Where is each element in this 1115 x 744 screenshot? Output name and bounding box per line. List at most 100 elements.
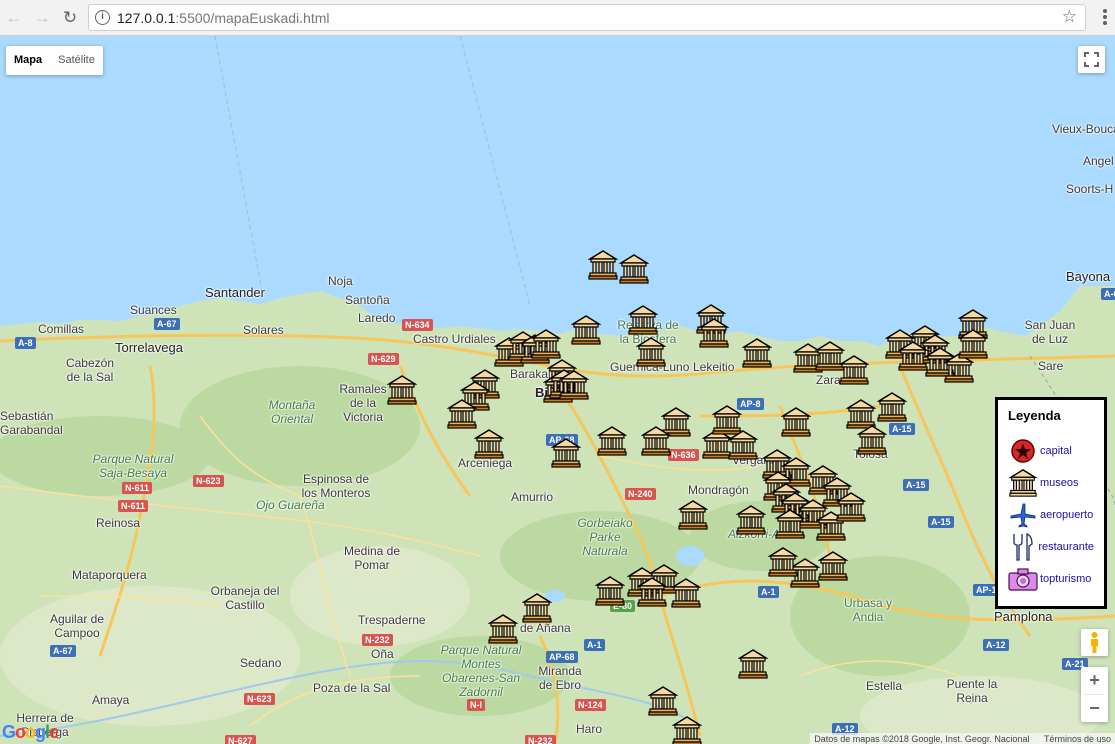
museum-marker-icon[interactable]: [735, 504, 767, 536]
place-label: Sedano: [240, 656, 282, 670]
museum-marker-icon[interactable]: [897, 340, 929, 372]
museum-marker-icon[interactable]: [876, 391, 908, 423]
museum-marker-icon[interactable]: [727, 429, 759, 461]
museum-marker-icon[interactable]: [596, 425, 628, 457]
place-label: Torrelavega: [115, 340, 183, 355]
museum-marker-icon[interactable]: [521, 592, 553, 624]
place-label: Orbaneja del Castillo: [210, 584, 280, 612]
museum-marker-icon[interactable]: [618, 253, 650, 285]
place-label: Urbasa y Andia: [843, 596, 893, 624]
museum-marker-icon[interactable]: [817, 550, 849, 582]
museum-marker-icon[interactable]: [530, 328, 562, 360]
road-shield: A-67: [50, 645, 76, 657]
place-label: Laredo: [358, 311, 396, 325]
road-shield: N-623: [193, 475, 224, 487]
place-label: Trespaderne: [358, 613, 426, 627]
capital-icon: [1008, 436, 1038, 466]
museum-marker-icon[interactable]: [698, 317, 730, 349]
back-icon[interactable]: ←: [2, 6, 26, 30]
museum-marker-icon[interactable]: [386, 374, 418, 406]
road-shield: N-I: [467, 699, 485, 711]
museum-marker-icon[interactable]: [635, 336, 667, 368]
pegman-icon: [1091, 632, 1098, 653]
museum-marker-icon[interactable]: [558, 369, 590, 401]
road-shield: N-611: [122, 482, 153, 494]
museum-marker-icon[interactable]: [473, 428, 505, 460]
museum-marker-icon[interactable]: [670, 577, 702, 609]
place-label: Espinosa de los Monteros: [301, 472, 371, 500]
address-bar[interactable]: i 127.0.0.1:5500/mapaEuskadi.html ☆: [88, 4, 1086, 31]
road-shield: A-1: [584, 639, 605, 651]
museum-marker-icon[interactable]: [550, 437, 582, 469]
reload-icon[interactable]: ↻: [58, 6, 82, 30]
road-shield: N-627: [225, 735, 256, 744]
browser-menu-icon[interactable]: [1103, 8, 1109, 28]
road-shield: A-6: [1101, 288, 1115, 300]
zoom-out-button[interactable]: −: [1081, 695, 1108, 722]
museum-marker-icon[interactable]: [640, 425, 672, 457]
museum-marker-icon[interactable]: [780, 406, 812, 438]
museum-marker-icon[interactable]: [767, 546, 799, 578]
place-label: Reinosa: [96, 516, 141, 530]
museum-marker-icon[interactable]: [774, 508, 806, 540]
museum-marker-icon[interactable]: [636, 576, 668, 608]
camera-icon: [1008, 564, 1038, 594]
forward-icon[interactable]: →: [30, 6, 54, 30]
place-label: Puente la Reina: [946, 677, 998, 705]
museum-marker-icon[interactable]: [487, 613, 519, 645]
road-shield: A-1: [758, 586, 779, 598]
museum-marker-icon[interactable]: [741, 337, 773, 369]
museum-marker-icon[interactable]: [838, 354, 870, 386]
museum-marker-icon[interactable]: [677, 499, 709, 531]
map-canvas[interactable]: Santander Noja Santoña Suances Comillas …: [0, 36, 1115, 744]
legend-label: aeropuerto: [1040, 509, 1094, 521]
browser-toolbar: ← → ↻ i 127.0.0.1:5500/mapaEuskadi.html …: [0, 0, 1115, 36]
google-logo[interactable]: Google: [2, 722, 59, 743]
map-type-map-button[interactable]: Mapa: [6, 46, 50, 75]
zoom-in-button[interactable]: +: [1081, 667, 1108, 694]
museum-marker-icon[interactable]: [671, 715, 703, 744]
url-text: 127.0.0.1:5500/mapaEuskadi.html: [117, 10, 330, 26]
museum-marker-icon[interactable]: [835, 491, 867, 523]
road-shield: A-12: [983, 639, 1009, 651]
museum-marker-icon[interactable]: [957, 328, 989, 360]
restaurant-icon: [1008, 532, 1036, 562]
place-label: Comillas: [38, 322, 85, 336]
road-shield: N-124: [575, 699, 606, 711]
legend-label: museos: [1040, 477, 1079, 489]
place-label: Castro Urdiales: [413, 332, 496, 346]
museum-marker-icon[interactable]: [627, 304, 659, 336]
terms-link[interactable]: Términos de uso: [1044, 734, 1111, 744]
map-data-credit: Datos de mapas ©2018 Google, Inst. Geogr…: [814, 734, 1030, 744]
museum-marker-icon[interactable]: [570, 314, 602, 346]
place-label: Poza de la Sal: [313, 681, 391, 695]
museum-marker-icon[interactable]: [446, 398, 478, 430]
legend-label: topturismo: [1040, 573, 1092, 585]
place-label: Lekeitio: [693, 360, 735, 374]
street-view-pegman[interactable]: [1081, 629, 1108, 656]
museum-marker-icon[interactable]: [594, 575, 626, 607]
road-shield: A-15: [928, 516, 954, 528]
museum-marker-icon[interactable]: [856, 424, 888, 456]
place-label: Aguilar de Campoo: [49, 612, 105, 640]
place-label: Estella: [866, 679, 903, 693]
place-label: Ojo Guareña: [256, 498, 325, 512]
bookmark-star-icon[interactable]: ☆: [1062, 7, 1077, 27]
place-label: Amurrio: [511, 490, 554, 504]
map-type-satellite-button[interactable]: Satélite: [50, 46, 103, 75]
place-label: Noja: [328, 274, 353, 288]
road-shield: A-15: [889, 423, 915, 435]
place-label: Santander: [205, 285, 265, 300]
fullscreen-button[interactable]: [1078, 46, 1105, 73]
road-shield: A-15: [903, 479, 929, 491]
road-shield: N-232: [362, 634, 393, 646]
museum-marker-icon[interactable]: [737, 648, 769, 680]
place-label: Bayona: [1066, 269, 1111, 284]
zoom-control: + −: [1081, 667, 1108, 722]
museum-marker-icon[interactable]: [647, 685, 679, 717]
map-type-control: Mapa Satélite: [6, 46, 103, 75]
legend-item-capital: capital: [1008, 435, 1094, 467]
road-shield: AP-68: [546, 651, 578, 663]
info-icon[interactable]: i: [95, 10, 110, 25]
museum-marker-icon[interactable]: [587, 249, 619, 281]
